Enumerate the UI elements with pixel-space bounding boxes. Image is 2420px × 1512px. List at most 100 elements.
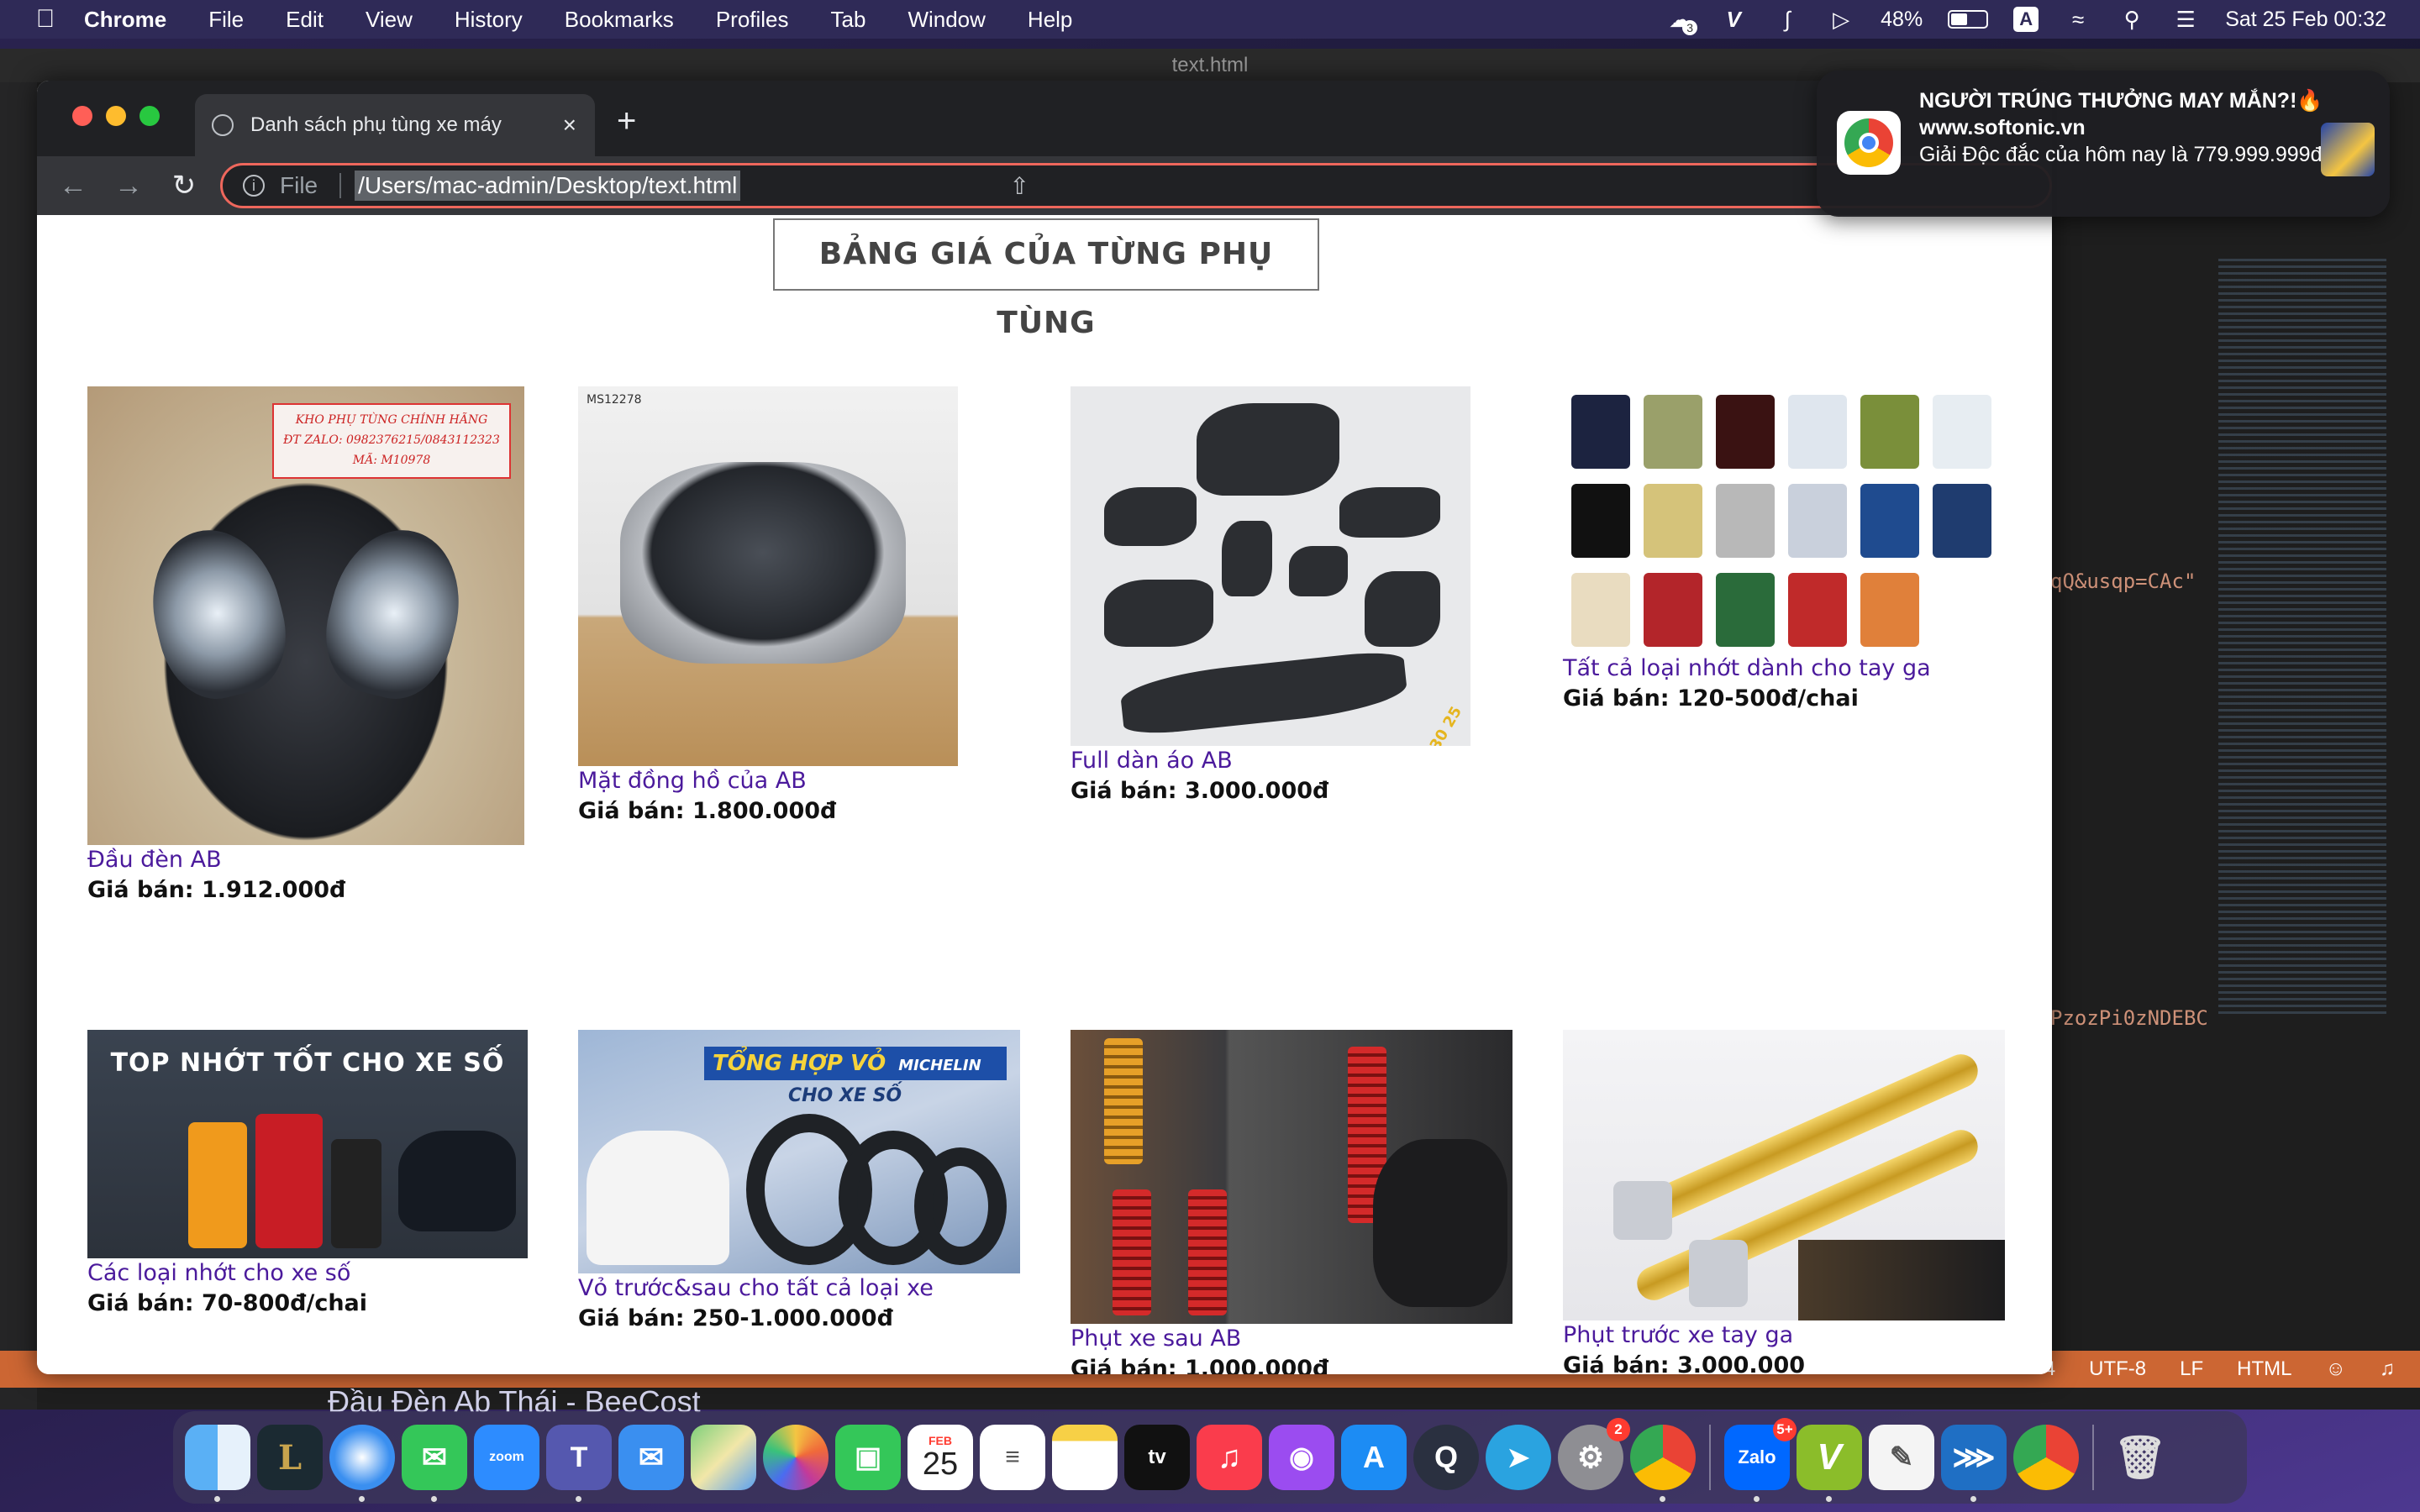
menu-history[interactable]: History xyxy=(455,7,523,33)
info-icon[interactable]: i xyxy=(243,175,265,197)
scooter-silhouette xyxy=(587,1131,729,1265)
menu-help[interactable]: Help xyxy=(1028,7,1072,33)
feedback-icon[interactable]: ☺ xyxy=(2325,1357,2346,1381)
close-window-button[interactable] xyxy=(72,106,92,126)
dock-separator xyxy=(1709,1425,1711,1490)
status-encoding[interactable]: UTF-8 xyxy=(2089,1357,2146,1381)
gauge-dial xyxy=(620,462,906,664)
oil-bottle xyxy=(1644,484,1702,558)
oil-bottle xyxy=(1571,573,1630,647)
oil-bottle xyxy=(1933,395,1991,469)
control-center-icon[interactable]: ☰ xyxy=(2171,5,2200,34)
league-of-legends-icon[interactable]: L xyxy=(257,1425,323,1490)
product-image-tires[interactable]: TỔNG HỢP VỎ MICHELIN CHO XE SỐ xyxy=(578,1030,1020,1273)
podcasts-icon[interactable]: ◉ xyxy=(1269,1425,1334,1490)
reload-icon[interactable]: ↻ xyxy=(156,169,212,202)
bluetooth-icon[interactable]: ∫ xyxy=(1773,5,1802,34)
product-image-front-fork[interactable] xyxy=(1563,1030,2005,1320)
menu-file[interactable]: File xyxy=(208,7,244,33)
maps-icon[interactable] xyxy=(691,1425,756,1490)
photos-icon[interactable] xyxy=(763,1425,829,1490)
menu-tab[interactable]: Tab xyxy=(831,7,866,33)
menu-bookmarks[interactable]: Bookmarks xyxy=(565,7,674,33)
fairing-piece xyxy=(1339,487,1440,538)
app-store-icon[interactable]: A xyxy=(1341,1425,1407,1490)
status-language[interactable]: HTML xyxy=(2237,1357,2291,1381)
image-code-label: MS12278 xyxy=(587,393,642,407)
product-image-fairing[interactable]: 0909 50 30 25 xyxy=(1071,386,1470,746)
notes-icon[interactable] xyxy=(1052,1425,1118,1490)
apple-icon[interactable]:  xyxy=(34,5,57,33)
product-name[interactable]: Phụt trước xe tay ga xyxy=(1563,1320,2005,1351)
facetime-icon[interactable]: ▣ xyxy=(835,1425,901,1490)
vscode-icon[interactable]: ⋙ xyxy=(1941,1425,2007,1502)
product-image-oil-collection[interactable] xyxy=(1563,386,2003,654)
product-name[interactable]: Full dàn áo AB xyxy=(1071,746,1470,776)
product-price: Giá bán: 1.912.000đ xyxy=(87,877,346,903)
chrome-icon[interactable] xyxy=(1630,1425,1696,1502)
zoom-icon[interactable]: zoom xyxy=(474,1425,539,1490)
system-settings-icon[interactable]: ⚙ 2 xyxy=(1558,1418,1630,1490)
product-name[interactable]: Phụt xe sau AB xyxy=(1071,1324,1512,1354)
close-tab-icon[interactable]: × xyxy=(563,112,576,139)
product-name[interactable]: Đầu đèn AB xyxy=(87,845,524,875)
mail-icon[interactable]: ✉ xyxy=(618,1425,684,1490)
menu-view[interactable]: View xyxy=(366,7,413,33)
status-eol[interactable]: LF xyxy=(2180,1357,2203,1381)
fairing-piece xyxy=(1365,571,1440,647)
product-name[interactable]: Các loại nhớt cho xe số xyxy=(87,1258,528,1289)
product-name[interactable]: Mặt đồng hồ của AB xyxy=(578,766,958,796)
tire xyxy=(914,1147,1007,1265)
menubar-clock[interactable]: Sat 25 Feb 00:32 xyxy=(2225,8,2386,32)
address-bar[interactable]: i File /Users/mac-admin/Desktop/text.htm… xyxy=(220,163,2052,208)
product-image-gauge[interactable]: MS12278 xyxy=(578,386,958,766)
telegram-icon[interactable]: ➤ xyxy=(1486,1425,1551,1490)
zoom-window-button[interactable] xyxy=(139,106,160,126)
menu-edit[interactable]: Edit xyxy=(286,7,324,33)
zalo-icon[interactable]: Zalo 5+ xyxy=(1724,1418,1797,1502)
quicktime-icon[interactable]: Q xyxy=(1413,1425,1479,1490)
search-icon[interactable]: ⚲ xyxy=(2118,5,2146,34)
safari-icon[interactable] xyxy=(329,1425,395,1502)
editor-minimap[interactable] xyxy=(2218,259,2386,1015)
vectorworks-icon[interactable]: V xyxy=(1719,5,1748,34)
textedit-icon[interactable]: ✎ xyxy=(1869,1425,1934,1490)
calendar-icon[interactable]: FEB 25 xyxy=(908,1425,973,1490)
tab-active[interactable]: Danh sách phụ tùng xe máy × xyxy=(195,94,595,156)
oil-bottle xyxy=(1788,395,1847,469)
tab-strip: Danh sách phụ tùng xe máy × + xyxy=(37,81,2052,156)
notification-center-icon[interactable]: ☁ 3 xyxy=(1665,5,1698,35)
product-name[interactable]: Vỏ trước&sau cho tất cả loại xe xyxy=(578,1273,1020,1304)
back-icon[interactable]: ← xyxy=(45,170,101,202)
vectorworks-dock-icon[interactable]: V xyxy=(1797,1425,1862,1502)
product-image-headlight[interactable]: KHO PHỤ TÙNG CHÍNH HÃNG ĐT ZALO: 0982376… xyxy=(87,386,524,845)
apple-tv-icon[interactable]: tv xyxy=(1124,1425,1190,1490)
menu-window[interactable]: Window xyxy=(908,7,985,33)
input-source-icon[interactable]: A xyxy=(2013,7,2039,32)
forward-icon[interactable]: → xyxy=(101,170,156,202)
push-notification[interactable]: NGƯỜI TRÚNG THƯỞNG MAY MẮN?!🔥 www.softon… xyxy=(1817,71,2390,217)
finder-icon[interactable] xyxy=(185,1425,250,1502)
image-banner-text: TỔNG HỢP VỎ xyxy=(713,1051,886,1076)
messages-icon[interactable]: ✉ xyxy=(402,1425,467,1502)
play-icon[interactable]: ▷ xyxy=(1827,5,1855,34)
battery-icon[interactable] xyxy=(1948,10,1989,29)
calendar-day: 25 xyxy=(922,1446,959,1482)
url-text[interactable]: /Users/mac-admin/Desktop/text.html xyxy=(355,171,741,201)
menu-app-name[interactable]: Chrome xyxy=(84,7,166,33)
lamp-left xyxy=(136,516,299,711)
product-image-rear-shock[interactable] xyxy=(1071,1030,1512,1324)
chrome-app-icon[interactable] xyxy=(2013,1425,2079,1490)
wifi-icon[interactable]: ≈ xyxy=(2064,5,2092,34)
product-name[interactable]: Tất cả loại nhớt dành cho tay ga xyxy=(1563,654,2003,684)
minimize-window-button[interactable] xyxy=(106,106,126,126)
new-tab-button[interactable]: + xyxy=(617,102,636,140)
trash-icon[interactable]: 🗑 xyxy=(2107,1425,2173,1490)
menu-profiles[interactable]: Profiles xyxy=(716,7,789,33)
music-icon[interactable]: ♫ xyxy=(1197,1425,1262,1490)
teams-icon[interactable]: T xyxy=(546,1425,612,1502)
bell-icon[interactable]: ♫ xyxy=(2380,1357,2395,1381)
share-icon[interactable]: ⇧ xyxy=(1010,172,1029,200)
product-image-oil-scooter[interactable]: TOP NHỚT TỐT CHO XE SỐ xyxy=(87,1030,528,1258)
reminders-icon[interactable]: ≡ xyxy=(980,1425,1045,1490)
